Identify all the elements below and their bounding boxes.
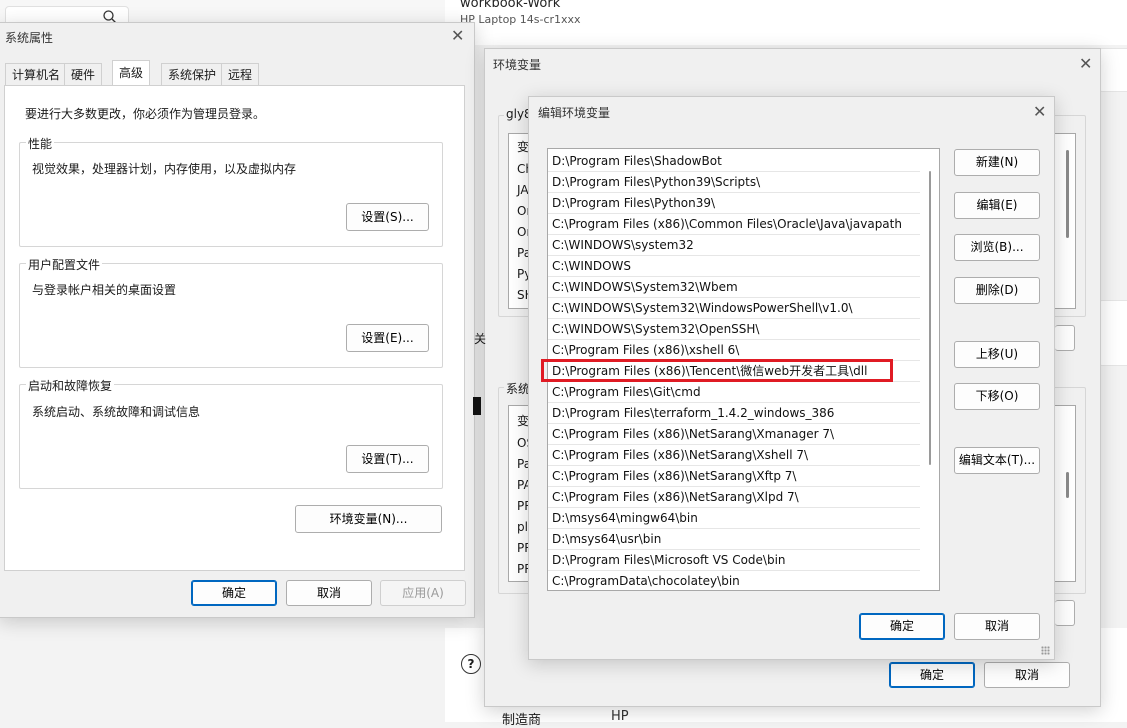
settings-card xyxy=(1098,48,1127,92)
edit-text-button[interactable]: 编辑文本(T)... xyxy=(954,447,1040,474)
path-item[interactable]: C:\WINDOWS\System32\OpenSSH\ xyxy=(552,319,759,339)
move-down-button[interactable]: 下移(O) xyxy=(954,383,1040,410)
path-item[interactable]: D:\msys64\usr\bin xyxy=(552,529,661,549)
user-profiles-group xyxy=(19,263,443,368)
close-icon[interactable]: ✕ xyxy=(451,28,464,44)
performance-settings-button[interactable]: 设置(S)... xyxy=(346,203,429,231)
path-item[interactable]: C:\ProgramData\chocolatey\bin xyxy=(552,571,740,590)
admin-note: 要进行大多数更改，你必须作为管理员登录。 xyxy=(25,107,266,121)
user-list-scrollbar[interactable] xyxy=(1066,150,1069,238)
path-item[interactable]: D:\Program Files\Python39\ xyxy=(552,193,715,213)
path-item[interactable]: D:\Program Files\ShadowBot xyxy=(552,151,722,171)
path-item[interactable]: C:\Program Files (x86)\NetSarang\Xftp 7\ xyxy=(552,466,796,486)
device-name: workbook-Work xyxy=(460,0,561,11)
edit-button[interactable]: 编辑(E) xyxy=(954,192,1040,219)
user-profiles-desc: 与登录帐户相关的桌面设置 xyxy=(32,283,177,297)
performance-group xyxy=(19,142,443,247)
path-list-scrollbar[interactable] xyxy=(929,171,931,465)
path-item[interactable]: C:\WINDOWS\System32\Wbem xyxy=(552,277,738,297)
help-circle-icon[interactable]: ? xyxy=(461,654,481,674)
tab-advanced[interactable]: 高级 xyxy=(112,60,151,86)
window-title: 编辑环境变量 xyxy=(538,106,611,120)
delete-button[interactable]: 删除(D) xyxy=(954,277,1040,304)
right-button-stub[interactable] xyxy=(1055,325,1075,351)
path-item[interactable]: D:\Program Files\terraform_1.4.2_windows… xyxy=(552,403,834,423)
device-model: HP Laptop 14s-cr1xxx xyxy=(460,13,581,26)
env-ok-button[interactable]: 确定 xyxy=(889,662,975,688)
browse-button[interactable]: 浏览(B)... xyxy=(954,234,1040,261)
path-item[interactable]: C:\Program Files (x86)\xshell 6\ xyxy=(552,340,739,360)
startup-recovery-desc: 系统启动、系统故障和调试信息 xyxy=(32,405,201,419)
close-icon[interactable]: ✕ xyxy=(1079,56,1092,72)
window-title: 系统属性 xyxy=(5,31,54,45)
ok-button[interactable]: 确定 xyxy=(191,580,277,606)
path-item[interactable]: C:\WINDOWS xyxy=(552,256,631,276)
side-label: 关 xyxy=(474,332,487,346)
performance-label: 性能 xyxy=(26,135,55,152)
maker-label: 制造商 xyxy=(502,713,542,728)
list-item[interactable]: pl xyxy=(517,520,528,534)
startup-recovery-label: 启动和故障恢复 xyxy=(26,377,115,394)
right-button-stub[interactable] xyxy=(1055,600,1075,626)
user-profiles-settings-button[interactable]: 设置(E)... xyxy=(346,324,429,352)
list-item[interactable]: JA xyxy=(517,183,529,197)
new-button[interactable]: 新建(N) xyxy=(954,149,1040,176)
path-item[interactable]: C:\Program Files (x86)\NetSarang\Xlpd 7\ xyxy=(552,487,799,507)
tab-remote[interactable]: 远程 xyxy=(221,63,260,85)
system-list-scrollbar[interactable] xyxy=(1066,472,1069,498)
environment-variables-button[interactable]: 环境变量(N)... xyxy=(295,505,442,533)
edit-ok-button[interactable]: 确定 xyxy=(859,613,945,640)
user-profiles-label: 用户配置文件 xyxy=(26,256,103,273)
tab-computer-name[interactable]: 计算机名 xyxy=(5,63,68,85)
path-item[interactable]: C:\Program Files (x86)\NetSarang\Xmanage… xyxy=(552,424,834,444)
apply-button[interactable]: 应用(A) xyxy=(380,580,466,606)
window-title: 环境变量 xyxy=(493,58,542,72)
path-item[interactable]: C:\Program Files (x86)\Common Files\Orac… xyxy=(552,214,902,234)
path-item[interactable]: C:\WINDOWS\System32\WindowsPowerShell\v1… xyxy=(552,298,853,318)
path-item[interactable]: D:\Program Files\Microsoft VS Code\bin xyxy=(552,550,786,570)
path-item[interactable]: C:\WINDOWS\system32 xyxy=(552,235,694,255)
path-item[interactable]: D:\Program Files\Python39\Scripts\ xyxy=(552,172,760,192)
path-item[interactable]: C:\Program Files\Git\cmd xyxy=(552,382,701,402)
edit-cancel-button[interactable]: 取消 xyxy=(954,613,1040,640)
env-cancel-button[interactable]: 取消 xyxy=(984,662,1070,688)
resize-grip-icon[interactable] xyxy=(1041,646,1050,655)
path-item[interactable]: C:\Program Files (x86)\NetSarang\Xshell … xyxy=(552,445,808,465)
performance-desc: 视觉效果，处理器计划，内存使用，以及虚拟内存 xyxy=(32,162,297,176)
startup-recovery-group xyxy=(19,384,443,489)
highlighted-path-outline xyxy=(541,359,893,382)
move-up-button[interactable]: 上移(U) xyxy=(954,341,1040,368)
tab-hardware[interactable]: 硬件 xyxy=(64,63,103,85)
startup-settings-button[interactable]: 设置(T)... xyxy=(346,445,429,473)
settings-card xyxy=(1098,300,1127,366)
app-icon xyxy=(473,397,481,415)
cancel-button[interactable]: 取消 xyxy=(286,580,372,606)
close-icon[interactable]: ✕ xyxy=(1033,104,1046,120)
path-item[interactable]: D:\msys64\mingw64\bin xyxy=(552,508,698,528)
tab-system-protection[interactable]: 系统保护 xyxy=(161,63,224,85)
